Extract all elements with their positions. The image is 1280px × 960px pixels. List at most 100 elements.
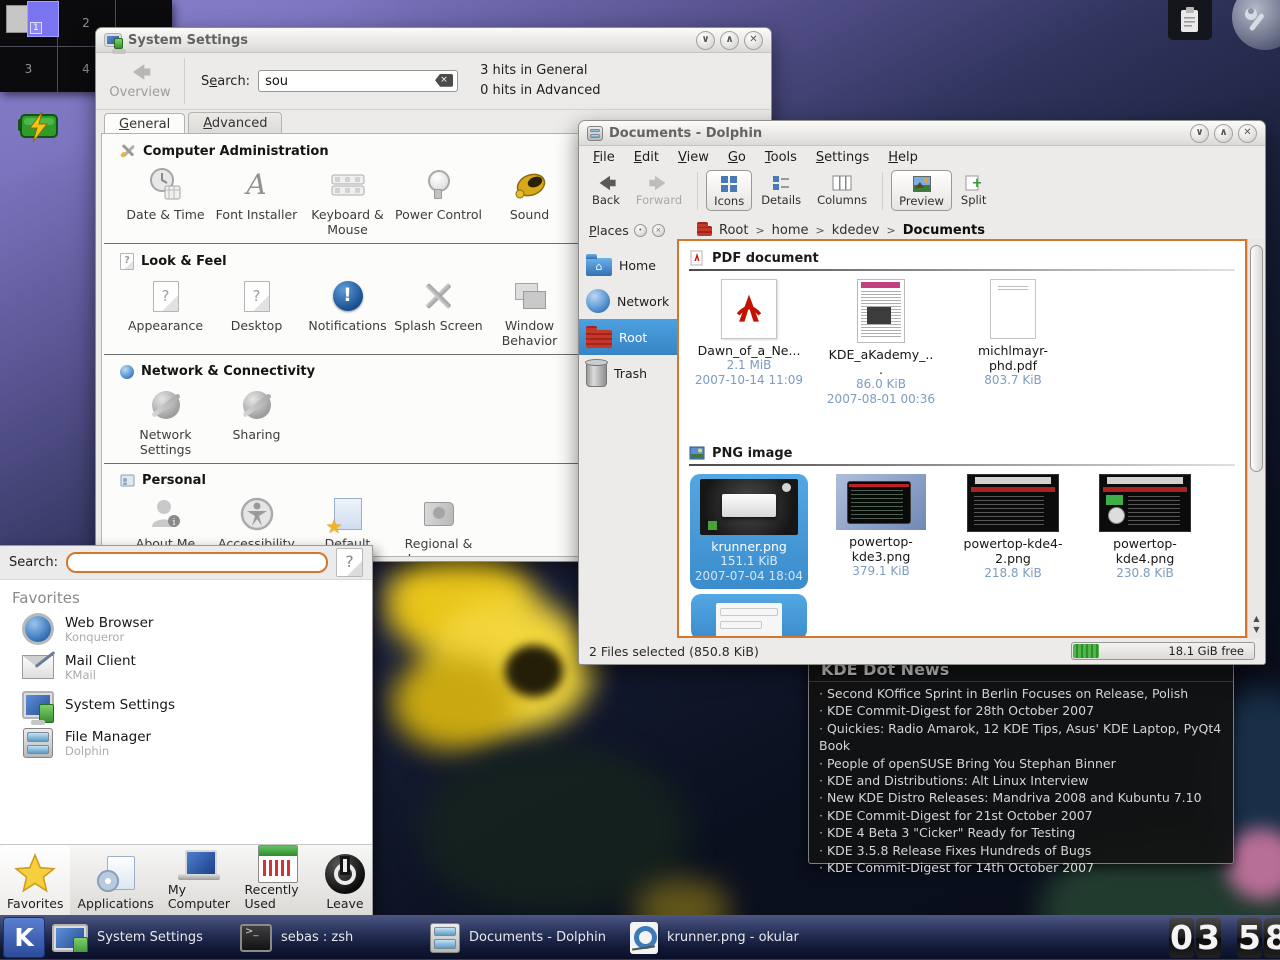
menu-file[interactable]: File (593, 150, 615, 165)
file-item-selected[interactable]: krunner.png 151.1 KiB 2007-07-04 18:04 (690, 474, 808, 589)
favorite-web-browser[interactable]: Web Browser Konqueror (0, 610, 372, 648)
maximize-button[interactable]: ∧ (720, 31, 739, 50)
maximize-button[interactable]: ∧ (1214, 124, 1233, 143)
news-item[interactable]: New KDE Distro Releases: Mandriva 2008 a… (819, 789, 1223, 806)
tab-leave[interactable]: Leave (318, 845, 372, 916)
split-view-button[interactable]: + Split (954, 170, 994, 209)
news-item[interactable]: Quickies: Radio Amarok, 12 KDE Tips, Asu… (819, 720, 1223, 755)
settings-item-desktop[interactable]: ? Desktop (211, 277, 302, 333)
favorite-system-settings[interactable]: System Settings (0, 686, 372, 724)
titlebar[interactable]: Documents - Dolphin ∨ ∧ ✕ (579, 121, 1265, 146)
breadcrumb: Root > home > kdedev > Documents (687, 223, 1265, 238)
task-dolphin[interactable]: Documents - Dolphin (430, 923, 630, 953)
settings-item-date-time[interactable]: Date & Time (120, 166, 211, 222)
pager-desktop-3[interactable]: 3 (0, 46, 57, 92)
titlebar[interactable]: System Settings ∨ ∧ ✕ (96, 28, 771, 53)
place-trash[interactable]: Trash (579, 355, 677, 391)
breadcrumb-documents[interactable]: Documents (903, 223, 985, 238)
scroll-down-arrow[interactable]: ▼ (1248, 625, 1265, 635)
item-label: Date & Time (120, 207, 211, 222)
file-item[interactable]: michlmayr-phd.pdf 803.7 KiB (947, 279, 1079, 388)
pager-window-thumb-active[interactable]: 1 (27, 1, 59, 37)
settings-item-power-control[interactable]: Power Control (393, 166, 484, 222)
task-okular[interactable]: krunner.png - okular (630, 922, 840, 954)
settings-item-notifications[interactable]: ! Notifications (302, 277, 393, 333)
favorite-file-manager[interactable]: File Manager Dolphin (0, 724, 372, 762)
scrollbar-slider[interactable] (1250, 245, 1263, 472)
news-item[interactable]: KDE Commit-Digest for 28th October 2007 (819, 702, 1223, 719)
favorite-title: File Manager (65, 729, 151, 745)
scroll-up-arrow[interactable]: ▲ (1248, 614, 1265, 624)
forward-button[interactable]: Forward (629, 170, 689, 209)
breadcrumb-home[interactable]: home (772, 223, 809, 238)
preview-button[interactable]: Preview (891, 170, 952, 211)
item-label: Regional & Language (393, 536, 484, 557)
columns-view-button[interactable]: Columns (810, 170, 874, 209)
settings-item-window-behavior[interactable]: Window Behavior (484, 277, 575, 348)
battery-widget[interactable] (16, 112, 62, 150)
task-system-settings[interactable]: System Settings (52, 924, 240, 952)
file-item[interactable]: powertop-kde4.png 230.8 KiB (1079, 474, 1211, 581)
settings-item-appearance[interactable]: ? Appearance (120, 277, 211, 333)
settings-item-splash-screen[interactable]: Splash Screen (393, 277, 484, 333)
tab-recently-used[interactable]: Recently Used (238, 845, 318, 916)
settings-item-font-installer[interactable]: A Font Installer (211, 166, 302, 222)
settings-item-network-settings[interactable]: Network Settings (120, 386, 211, 457)
file-item[interactable]: Dawn_of_a_Ne... 2.1 MiB 2007-10-14 11:09 (683, 279, 815, 388)
news-item[interactable]: KDE 4 Beta 3 "Cicker" Ready for Testing (819, 824, 1223, 841)
place-root[interactable]: Root (579, 319, 677, 355)
menu-settings[interactable]: Settings (816, 150, 869, 165)
overview-button[interactable]: Overview (96, 62, 184, 100)
help-button[interactable]: ? (336, 548, 363, 577)
tab-my-computer[interactable]: My Computer (161, 845, 238, 916)
place-home[interactable]: ⌂ Home (579, 247, 677, 283)
menu-edit[interactable]: Edit (634, 150, 659, 165)
details-view-button[interactable]: Details (754, 170, 808, 209)
places-close-button[interactable]: × (652, 224, 665, 237)
settings-item-accessibility[interactable]: Accessibility (211, 495, 302, 551)
tab-applications[interactable]: Applications (70, 845, 160, 916)
kde-menu-button[interactable]: K (3, 917, 45, 958)
settings-item-keyboard-mouse[interactable]: Keyboard & Mouse (302, 166, 393, 237)
minimize-button[interactable]: ∨ (1190, 124, 1209, 143)
menu-tools[interactable]: Tools (765, 150, 797, 165)
menu-go[interactable]: Go (728, 150, 746, 165)
close-button[interactable]: ✕ (744, 31, 763, 50)
news-item[interactable]: People of openSUSE Bring You Stephan Bin… (819, 755, 1223, 772)
news-item[interactable]: KDE Commit-Digest for 14th October 2007 (819, 859, 1223, 876)
menu-help[interactable]: Help (888, 150, 918, 165)
menu-view[interactable]: View (678, 150, 709, 165)
close-button[interactable]: ✕ (1238, 124, 1257, 143)
back-button[interactable]: Back (585, 170, 627, 209)
breadcrumb-root[interactable]: Root (719, 223, 748, 238)
news-item[interactable]: Second KOffice Sprint in Berlin Focuses … (819, 685, 1223, 702)
settings-item-regional-language[interactable]: Regional & Language (393, 495, 484, 557)
settings-item-sharing[interactable]: Sharing (211, 386, 302, 442)
kickoff-search-input[interactable] (66, 552, 328, 573)
place-network[interactable]: Network (579, 283, 677, 319)
task-terminal[interactable]: >_ sebas : zsh (240, 924, 430, 952)
news-item[interactable]: KDE and Distributions: Alt Linux Intervi… (819, 772, 1223, 789)
clipboard-widget[interactable] (1168, 0, 1212, 40)
file-item[interactable]: powertop-kde4-2.png 218.8 KiB (947, 474, 1079, 581)
news-item[interactable]: KDE 3.5.8 Release Fixes Hundreds of Bugs (819, 842, 1223, 859)
pager-window-thumb[interactable] (6, 5, 28, 33)
panel-clock[interactable]: 0 3 5 8 (1169, 918, 1280, 958)
settings-item-about-me[interactable]: i About Me (120, 495, 211, 551)
view-scrollbar[interactable]: ▲ ▼ (1247, 239, 1265, 638)
file-item[interactable]: KDE_aKademy_... 86.0 KiB 2007-08-01 00:3… (815, 279, 947, 407)
news-item[interactable]: KDE Commit-Digest for 21st October 2007 (819, 807, 1223, 824)
favorite-mail-client[interactable]: Mail Client KMail (0, 648, 372, 686)
minimize-button[interactable]: ∨ (696, 31, 715, 50)
icons-view-button[interactable]: Icons (706, 170, 752, 211)
places-float-button[interactable]: • (634, 224, 647, 237)
tab-advanced[interactable]: Advanced (188, 112, 282, 135)
file-item-partial-selected[interactable] (691, 594, 807, 638)
overview-label: Overview (96, 86, 184, 100)
settings-item-sound[interactable]: Sound (484, 166, 575, 222)
breadcrumb-kdedev[interactable]: kdedev (832, 223, 880, 238)
search-input[interactable] (258, 70, 458, 92)
tab-favorites[interactable]: Favorites (0, 845, 70, 916)
file-item[interactable]: powertop-kde3.png 379.1 KiB (815, 474, 947, 579)
task-label: System Settings (97, 930, 203, 945)
